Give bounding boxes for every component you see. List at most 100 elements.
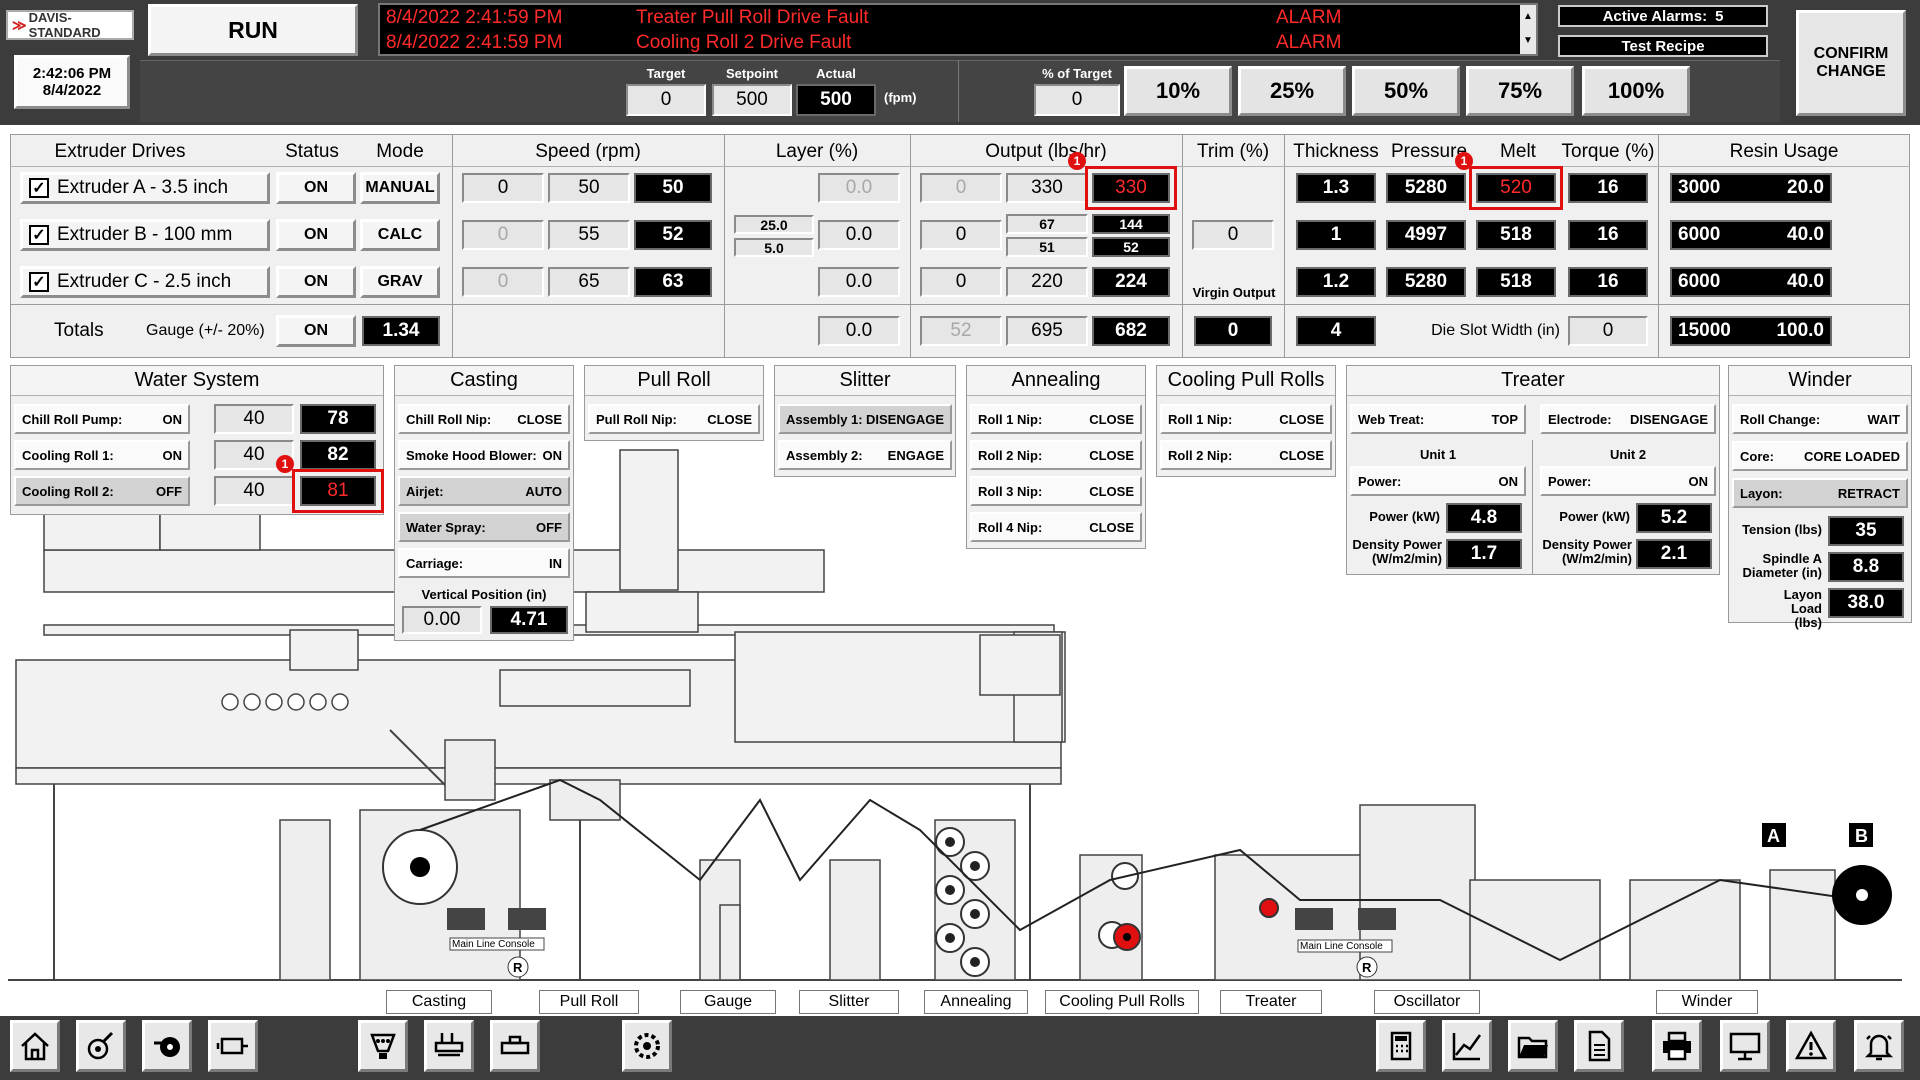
screw-view-button[interactable] [424, 1020, 474, 1072]
layon-status[interactable]: Layon: RETRACT [1732, 478, 1908, 508]
section-pull-roll[interactable]: Pull Roll [539, 990, 639, 1014]
annealing-roll-3-nip[interactable]: Roll 3 Nip: CLOSE [970, 476, 1142, 506]
report-button[interactable] [1574, 1020, 1624, 1072]
gauge-status[interactable]: ON [276, 315, 356, 347]
checkbox-checked-icon[interactable]: ✓ [29, 225, 49, 245]
settings-button[interactable] [622, 1020, 672, 1072]
motor-button[interactable] [208, 1020, 258, 1072]
active-alarms[interactable]: Active Alarms: 5 [1558, 5, 1768, 27]
section-treater[interactable]: Treater [1220, 990, 1322, 1014]
alarm-list[interactable]: 8/4/2022 2:41:59 PM Treater Pull Roll Dr… [378, 3, 1538, 56]
drives-button[interactable] [76, 1020, 126, 1072]
extruder-c-speed-min: 0 [462, 267, 544, 297]
cooling-roll-2[interactable]: Cooling Roll 2: OFF [14, 476, 190, 506]
cooling-roll-2-sp[interactable]: 40 [214, 476, 294, 506]
extruder-view-button[interactable] [358, 1020, 408, 1072]
section-winder[interactable]: Winder [1656, 990, 1758, 1014]
extruder-a-output-sp[interactable]: 330 [1006, 173, 1088, 203]
cooling-roll-1[interactable]: Cooling Roll 1: ON [14, 440, 190, 470]
smoke-hood-blower[interactable]: Smoke Hood Blower: ON [398, 440, 570, 470]
extruder-b-status[interactable]: ON [276, 219, 356, 251]
chill-roll-pump-sp[interactable]: 40 [214, 404, 294, 434]
section-gauge[interactable]: Gauge [680, 990, 776, 1014]
die-view-button[interactable] [490, 1020, 540, 1072]
section-annealing[interactable]: Annealing [924, 990, 1028, 1014]
extruder-c-output-sp[interactable]: 220 [1006, 267, 1088, 297]
display-button[interactable] [1720, 1020, 1770, 1072]
extruder-c-mode[interactable]: GRAV [360, 266, 440, 298]
slitter-assembly-1[interactable]: Assembly 1: DISENGAGE [778, 404, 952, 434]
checkbox-checked-icon[interactable]: ✓ [29, 272, 49, 292]
section-oscillator[interactable]: Oscillator [1374, 990, 1480, 1014]
extruder-a-speed-sp[interactable]: 50 [548, 173, 630, 203]
pct-25-button[interactable]: 25% [1238, 66, 1346, 116]
extruder-c-toggle[interactable]: ✓ Extruder C - 2.5 inch [20, 266, 270, 298]
slitter-assembly-2[interactable]: Assembly 2: ENGAGE [778, 440, 952, 470]
setpoint-speed-input[interactable]: 500 [712, 84, 792, 116]
recipe-folder-button[interactable] [1508, 1020, 1558, 1072]
core-status[interactable]: Core: CORE LOADED [1732, 441, 1908, 471]
alarm-row[interactable]: 8/4/2022 2:41:59 PM Treater Pull Roll Dr… [380, 7, 1510, 31]
col-melt: Melt [1500, 141, 1536, 162]
extruder-a-mode[interactable]: MANUAL [360, 172, 440, 204]
cooling-pull-roll-1-nip[interactable]: Roll 1 Nip: CLOSE [1160, 404, 1332, 434]
run-button[interactable]: RUN [148, 4, 358, 56]
annealing-roll-2-nip[interactable]: Roll 2 Nip: CLOSE [970, 440, 1142, 470]
extruder-b-speed-sp[interactable]: 55 [548, 220, 630, 250]
bottom-nav-bar [0, 1016, 1920, 1080]
unit-1-power[interactable]: Power: ON [1350, 466, 1526, 496]
roll-button[interactable] [142, 1020, 192, 1072]
alarms-button[interactable] [1786, 1020, 1836, 1072]
unit-1-kw-label: Power (kW) [1369, 509, 1440, 524]
unit-1-density: 1.7 [1446, 539, 1522, 569]
trend-button[interactable] [1442, 1020, 1492, 1072]
extruder-c-speed-sp[interactable]: 65 [548, 267, 630, 297]
alarm-bell-button[interactable] [1854, 1020, 1904, 1072]
extruder-a-status[interactable]: ON [276, 172, 356, 204]
cooling-pull-roll-2-nip[interactable]: Roll 2 Nip: CLOSE [1160, 440, 1332, 470]
extruder-a-toggle[interactable]: ✓ Extruder A - 3.5 inch [20, 172, 270, 204]
alarm-row[interactable]: 8/4/2022 2:41:59 PM Cooling Roll 2 Drive… [380, 32, 1510, 56]
confirm-change-button[interactable]: CONFIRM CHANGE [1796, 10, 1906, 116]
extruder-b-mode[interactable]: CALC [360, 219, 440, 251]
alarm-scrollbar[interactable]: ▲ ▼ [1520, 5, 1536, 54]
pct-10-button[interactable]: 10% [1124, 66, 1232, 116]
checkbox-checked-icon[interactable]: ✓ [29, 178, 49, 198]
scroll-down-icon[interactable]: ▼ [1520, 29, 1536, 53]
section-cooling-pull-rolls[interactable]: Cooling Pull Rolls [1045, 990, 1199, 1014]
home-button[interactable] [10, 1020, 60, 1072]
calculator-button[interactable] [1376, 1020, 1426, 1072]
extruder-b-toggle[interactable]: ✓ Extruder B - 100 mm [20, 219, 270, 251]
die-slot-input[interactable]: 0 [1568, 316, 1648, 346]
pct-100-button[interactable]: 100% [1582, 66, 1690, 116]
scroll-up-icon[interactable]: ▲ [1520, 5, 1536, 29]
annealing-roll-4-nip[interactable]: Roll 4 Nip: CLOSE [970, 512, 1142, 542]
section-casting[interactable]: Casting [386, 990, 492, 1014]
extruder-c-status[interactable]: ON [276, 266, 356, 298]
pull-roll-nip[interactable]: Pull Roll Nip: CLOSE [588, 404, 760, 434]
unit-2-power[interactable]: Power: ON [1540, 466, 1716, 496]
extruder-c-resin: 6000 40.0 [1670, 267, 1832, 297]
chill-roll-nip[interactable]: Chill Roll Nip: CLOSE [398, 404, 570, 434]
airjet[interactable]: Airjet: AUTO [398, 476, 570, 506]
pct-75-button[interactable]: 75% [1466, 66, 1574, 116]
extruder-b-layer-sub1[interactable]: 25.0 [734, 215, 814, 234]
extruder-b-layer-sub2[interactable]: 5.0 [734, 238, 814, 257]
vertical-position-sp[interactable]: 0.00 [402, 606, 482, 634]
trim-input[interactable]: 0 [1192, 220, 1274, 250]
electrode[interactable]: Electrode: DISENGAGE [1540, 404, 1716, 434]
water-spray[interactable]: Water Spray: OFF [398, 512, 570, 542]
recipe-name[interactable]: Test Recipe [1558, 35, 1768, 57]
section-slitter[interactable]: Slitter [799, 990, 899, 1014]
annealing-roll-1-nip[interactable]: Roll 1 Nip: CLOSE [970, 404, 1142, 434]
pct-target-input[interactable]: 0 [1034, 84, 1120, 116]
print-button[interactable] [1652, 1020, 1702, 1072]
pct-50-button[interactable]: 50% [1352, 66, 1460, 116]
extruder-b-output-sp1[interactable]: 67 [1006, 214, 1088, 234]
roll-change[interactable]: Roll Change: WAIT [1732, 404, 1908, 434]
carriage[interactable]: Carriage: IN [398, 548, 570, 578]
web-treat[interactable]: Web Treat: TOP [1350, 404, 1526, 434]
extruder-b-output-sp2[interactable]: 51 [1006, 237, 1088, 257]
extruder-a-pressure: 5280 [1386, 173, 1466, 203]
chill-roll-pump[interactable]: Chill Roll Pump: ON [14, 404, 190, 434]
